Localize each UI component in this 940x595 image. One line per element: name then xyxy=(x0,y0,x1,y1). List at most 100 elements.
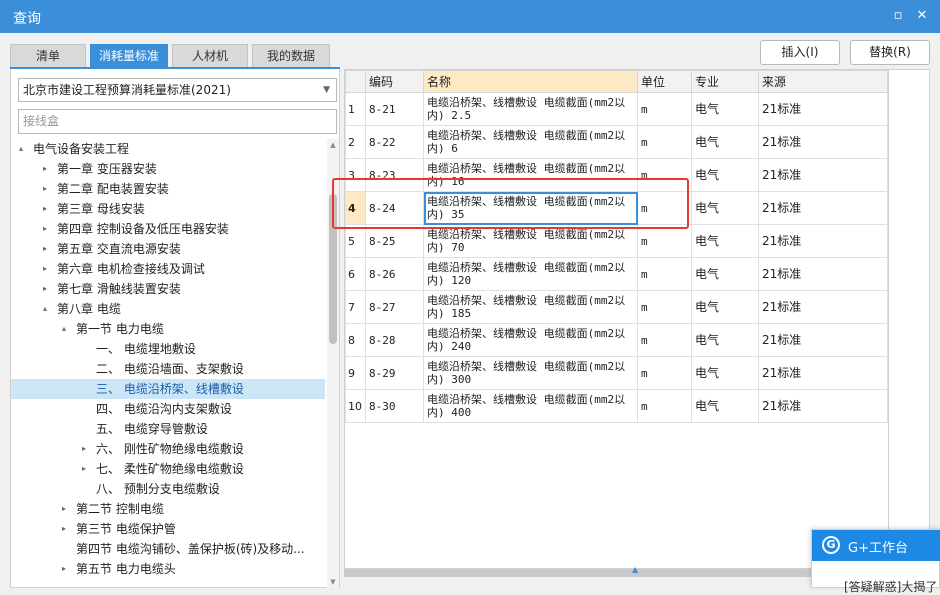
scrollbar-thumb[interactable] xyxy=(329,194,337,344)
g-plus-header[interactable]: G G+工作台 xyxy=(812,530,940,561)
source-cell[interactable]: 21标准 xyxy=(758,92,888,126)
tree-item[interactable]: 第四节 电缆沟铺砂、盖保护板(砖)及移动... xyxy=(11,539,325,559)
tree-item[interactable]: ▸ 六、 刚性矿物绝缘电缆敷设 xyxy=(11,439,325,459)
tab-labor-material-machine[interactable]: 人材机 xyxy=(172,44,248,67)
table-row[interactable]: 10 8-30 电缆沿桥架、线槽敷设 电缆截面(mm2以 内) 400 m 电气 21标准 xyxy=(345,389,888,423)
tree-item[interactable]: ▸ 第一章 变压器安装 xyxy=(11,159,325,179)
tree-item[interactable]: ▴ 第一节 电力电缆 xyxy=(11,319,325,339)
name-cell[interactable]: 电缆沿桥架、线槽敷设 电缆截面(mm2以 内) 240 xyxy=(423,323,638,357)
tree-item[interactable]: ▸ 第七章 滑触线装置安装 xyxy=(11,279,325,299)
expand-icon[interactable]: ▸ xyxy=(39,259,51,279)
row-index[interactable]: 5 xyxy=(345,224,366,258)
table-row[interactable]: 5 8-25 电缆沿桥架、线槽敷设 电缆截面(mm2以 内) 70 m 电气 21标准 xyxy=(345,224,888,258)
unit-cell[interactable]: m xyxy=(637,290,692,324)
unit-cell[interactable]: m xyxy=(637,158,692,192)
code-cell[interactable]: 8-30 xyxy=(365,389,424,423)
table-row[interactable]: 2 8-22 电缆沿桥架、线槽敷设 电缆截面(mm2以 内) 6 m 电气 21标准 xyxy=(345,125,888,159)
collapse-icon[interactable]: ▴ xyxy=(39,299,51,319)
row-index[interactable]: 9 xyxy=(345,356,366,390)
scroll-up-icon[interactable]: ▲ xyxy=(327,139,339,151)
tree-item[interactable]: ▸ 第三节 电缆保护管 xyxy=(11,519,325,539)
major-cell[interactable]: 电气 xyxy=(691,389,759,423)
tree-item[interactable]: 一、 电缆埋地敷设 xyxy=(11,339,325,359)
code-cell[interactable]: 8-26 xyxy=(365,257,424,291)
code-cell[interactable]: 8-29 xyxy=(365,356,424,390)
insert-button[interactable]: 插入(I) xyxy=(760,40,840,65)
major-cell[interactable]: 电气 xyxy=(691,158,759,192)
tab-my-data[interactable]: 我的数据 xyxy=(252,44,330,67)
name-cell[interactable]: 电缆沿桥架、线槽敷设 电缆截面(mm2以 内) 400 xyxy=(423,389,638,423)
code-cell[interactable]: 8-28 xyxy=(365,323,424,357)
grid-horizontal-scrollbar[interactable]: ▲ xyxy=(344,565,889,577)
chevron-up-icon[interactable]: ▲ xyxy=(632,565,638,574)
col-header-code[interactable]: 编码 xyxy=(365,70,424,93)
major-cell[interactable]: 电气 xyxy=(691,224,759,258)
tree-item[interactable]: ▸ 第四章 控制设备及低压电器安装 xyxy=(11,219,325,239)
tree-item[interactable]: ▸ 第六章 电机检查接线及调试 xyxy=(11,259,325,279)
expand-icon[interactable]: ▸ xyxy=(58,499,70,519)
tree-item[interactable]: 二、 电缆沿墙面、支架敷设 xyxy=(11,359,325,379)
unit-cell[interactable]: m xyxy=(637,356,692,390)
minimize-icon[interactable]: ▫ xyxy=(888,6,908,26)
source-cell[interactable]: 21标准 xyxy=(758,158,888,192)
collapse-icon[interactable]: ▴ xyxy=(58,319,70,339)
code-cell[interactable]: 8-22 xyxy=(365,125,424,159)
col-header-name[interactable]: 名称 xyxy=(423,70,638,93)
code-cell[interactable]: 8-24 xyxy=(365,191,424,225)
unit-cell[interactable]: m xyxy=(637,224,692,258)
expand-icon[interactable]: ▸ xyxy=(58,519,70,539)
major-cell[interactable]: 电气 xyxy=(691,257,759,291)
standard-select[interactable]: 北京市建设工程预算消耗量标准(2021) ▼ xyxy=(18,78,337,102)
source-cell[interactable]: 21标准 xyxy=(758,389,888,423)
row-index[interactable]: 10 xyxy=(345,389,366,423)
unit-cell[interactable]: m xyxy=(637,257,692,291)
chevron-down-icon[interactable]: ▼ xyxy=(323,79,330,101)
tree-item[interactable]: ▴ 第八章 电缆 xyxy=(11,299,325,319)
table-row[interactable]: 6 8-26 电缆沿桥架、线槽敷设 电缆截面(mm2以 内) 120 m 电气 21标准 xyxy=(345,257,888,291)
row-index[interactable]: 4 xyxy=(345,191,366,225)
scrollbar-track[interactable] xyxy=(344,569,874,577)
tree-item[interactable]: ▸ 第五章 交直流电源安装 xyxy=(11,239,325,259)
table-row[interactable]: 8 8-28 电缆沿桥架、线槽敷设 电缆截面(mm2以 内) 240 m 电气 21标准 xyxy=(345,323,888,357)
col-header-unit[interactable]: 单位 xyxy=(637,70,692,93)
row-index[interactable]: 8 xyxy=(345,323,366,357)
row-index[interactable]: 3 xyxy=(345,158,366,192)
name-cell[interactable]: 电缆沿桥架、线槽敷设 电缆截面(mm2以 内) 16 xyxy=(423,158,638,192)
source-cell[interactable]: 21标准 xyxy=(758,257,888,291)
close-icon[interactable]: ✕ xyxy=(912,6,932,26)
expand-icon[interactable]: ▸ xyxy=(58,559,70,579)
tree-item[interactable]: ▸ 第五节 电力电缆头 xyxy=(11,559,325,579)
table-row[interactable]: 4 8-24 电缆沿桥架、线槽敷设 电缆截面(mm2以 内) 35 m 电气 21标准 xyxy=(345,191,888,225)
tree-item[interactable]: 八、 预制分支电缆敷设 xyxy=(11,479,325,499)
unit-cell[interactable]: m xyxy=(637,323,692,357)
code-cell[interactable]: 8-27 xyxy=(365,290,424,324)
source-cell[interactable]: 21标准 xyxy=(758,356,888,390)
g-plus-workbench[interactable]: G G+工作台 [答疑解惑]大揭了 xyxy=(811,529,940,594)
name-cell[interactable]: 电缆沿桥架、线槽敷设 电缆截面(mm2以 内) 185 xyxy=(423,290,638,324)
search-input[interactable]: 接线盒 xyxy=(18,109,337,134)
tree-item[interactable]: ▸ 第二章 配电装置安装 xyxy=(11,179,325,199)
code-cell[interactable]: 8-25 xyxy=(365,224,424,258)
tree-item[interactable]: ▸ 七、 柔性矿物绝缘电缆敷设 xyxy=(11,459,325,479)
table-row[interactable]: 3 8-23 电缆沿桥架、线槽敷设 电缆截面(mm2以 内) 16 m 电气 21标准 xyxy=(345,158,888,192)
tab-consumption-standard[interactable]: 消耗量标准 xyxy=(90,44,168,67)
name-cell[interactable]: 电缆沿桥架、线槽敷设 电缆截面(mm2以 内) 35 xyxy=(423,191,638,225)
row-index[interactable]: 1 xyxy=(345,92,366,126)
unit-cell[interactable]: m xyxy=(637,92,692,126)
row-index[interactable]: 6 xyxy=(345,257,366,291)
major-cell[interactable]: 电气 xyxy=(691,191,759,225)
tab-list[interactable]: 清单 xyxy=(10,44,86,67)
expand-icon[interactable]: ▸ xyxy=(39,159,51,179)
major-cell[interactable]: 电气 xyxy=(691,323,759,357)
source-cell[interactable]: 21标准 xyxy=(758,125,888,159)
name-cell[interactable]: 电缆沿桥架、线槽敷设 电缆截面(mm2以 内) 300 xyxy=(423,356,638,390)
col-header-major[interactable]: 专业 xyxy=(691,70,759,93)
table-row[interactable]: 9 8-29 电缆沿桥架、线槽敷设 电缆截面(mm2以 内) 300 m 电气 21标准 xyxy=(345,356,888,390)
name-cell[interactable]: 电缆沿桥架、线槽敷设 电缆截面(mm2以 内) 6 xyxy=(423,125,638,159)
tree-item[interactable]: 五、 电缆穿导管敷设 xyxy=(11,419,325,439)
source-cell[interactable]: 21标准 xyxy=(758,224,888,258)
row-index[interactable]: 2 xyxy=(345,125,366,159)
tree-item[interactable]: 四、 电缆沿沟内支架敷设 xyxy=(11,399,325,419)
expand-icon[interactable]: ▸ xyxy=(39,179,51,199)
unit-cell[interactable]: m xyxy=(637,191,692,225)
